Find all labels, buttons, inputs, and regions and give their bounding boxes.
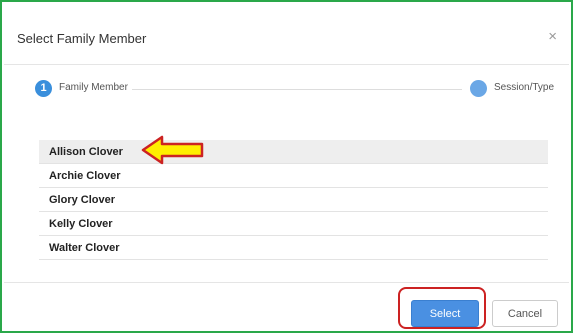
annotation-arrow-shape <box>141 135 204 165</box>
close-icon[interactable]: × <box>548 29 557 44</box>
family-member-list: Allison Clover Archie Clover Glory Clove… <box>39 140 548 260</box>
list-item-archie-clover[interactable]: Archie Clover <box>39 164 548 188</box>
step-1-indicator: 1 <box>35 80 52 97</box>
step-connector <box>132 89 462 90</box>
select-button-highlight <box>398 287 486 329</box>
modal-footer-divider <box>4 282 569 283</box>
list-item-allison-clover[interactable]: Allison Clover <box>39 140 548 164</box>
step-2-label: Session/Type <box>494 82 555 93</box>
list-item-walter-clover[interactable]: Walter Clover <box>39 236 548 260</box>
cancel-button[interactable]: Cancel <box>492 300 558 327</box>
step-2-indicator <box>470 80 487 97</box>
left-arrow-icon <box>141 135 204 165</box>
stepper: 1 Family Member Session/Type <box>4 65 569 109</box>
dialog-frame: Select Family Member × 1 Family Member S… <box>0 0 573 333</box>
list-item-glory-clover[interactable]: Glory Clover <box>39 188 548 212</box>
modal-title: Select Family Member <box>17 31 147 46</box>
modal-header: Select Family Member × <box>4 4 569 65</box>
list-item-kelly-clover[interactable]: Kelly Clover <box>39 212 548 236</box>
step-1-label: Family Member <box>59 82 128 93</box>
